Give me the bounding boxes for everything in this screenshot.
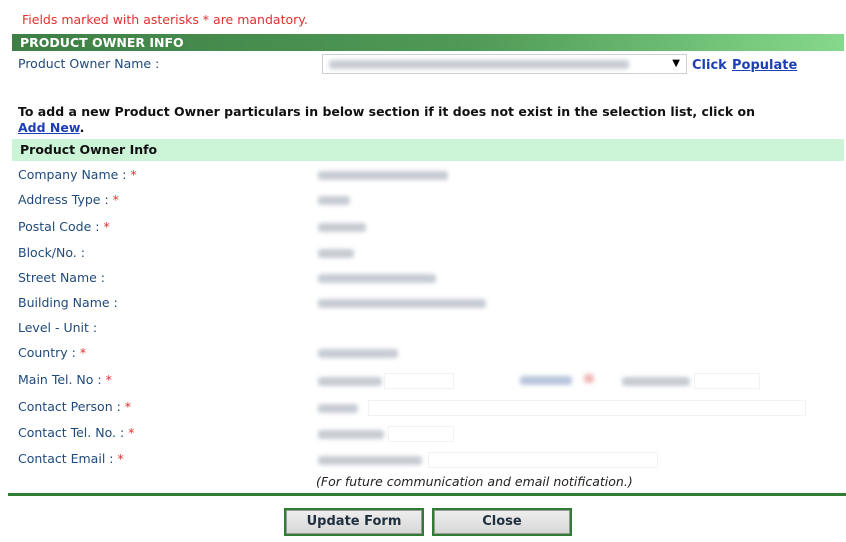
company-name-label: Company Name : * [18, 167, 137, 182]
product-owner-name-label: Product Owner Name : [18, 56, 160, 71]
country-value-redacted [318, 349, 398, 358]
contact-tel-value-redacted [318, 430, 384, 439]
building-name-value-redacted [318, 299, 486, 308]
product-owner-select[interactable]: ▼ [322, 54, 687, 74]
main-tel-input[interactable] [384, 373, 454, 389]
add-new-text: To add a new Product Owner particulars i… [18, 104, 756, 119]
contact-person-input[interactable] [368, 400, 806, 416]
block-no-value-redacted [318, 249, 354, 258]
section-header-product-owner-info: PRODUCT OWNER INFO [12, 34, 844, 51]
required-asterisk: * [117, 451, 124, 466]
required-asterisk: * [79, 345, 87, 360]
required-asterisk: * [130, 167, 137, 182]
close-button[interactable]: Close [432, 508, 572, 536]
required-asterisk: * [124, 399, 132, 414]
postal-code-value-redacted [318, 223, 366, 232]
required-asterisk: * [112, 192, 119, 207]
fax-input[interactable] [694, 373, 760, 389]
subsection-header-product-owner-info: Product Owner Info [12, 139, 844, 161]
contact-email-label: Contact Email : * [18, 451, 124, 466]
street-name-label: Street Name : [18, 270, 106, 285]
divider [8, 493, 846, 496]
add-new-period: . [79, 120, 85, 135]
email-note: (For future communication and email noti… [316, 474, 633, 489]
level-unit-label: Level - Unit : [18, 320, 98, 335]
building-name-label: Building Name : [18, 295, 118, 310]
country-label: Country : * [18, 345, 87, 360]
populate-link[interactable]: Populate [732, 58, 797, 73]
contact-person-label: Contact Person : * [18, 399, 132, 414]
add-new-link[interactable]: Add New [18, 120, 80, 135]
main-tel-label: Main Tel. No : * [18, 372, 112, 387]
selected-owner-redacted [329, 60, 629, 69]
fax-value-redacted [622, 377, 690, 386]
contact-person-value-redacted [318, 404, 358, 413]
mandatory-notice: Fields marked with asterisks * are manda… [22, 12, 308, 27]
required-asterisk: * [128, 425, 135, 440]
contact-tel-input[interactable] [388, 426, 454, 442]
required-asterisk: * [103, 219, 110, 234]
block-no-label: Block/No. : [18, 245, 85, 260]
postal-code-label: Postal Code : * [18, 219, 110, 234]
update-form-button[interactable]: Update Form [284, 508, 424, 536]
contact-email-value-redacted [318, 456, 422, 465]
fax-required-redacted [584, 374, 594, 383]
fax-label-redacted [520, 376, 572, 385]
click-label: Click [692, 58, 727, 73]
main-tel-value-redacted [318, 377, 382, 386]
chevron-down-icon[interactable]: ▼ [672, 58, 680, 69]
contact-tel-label: Contact Tel. No. : * [18, 425, 135, 440]
contact-email-input[interactable] [428, 452, 658, 468]
add-new-instructions: To add a new Product Owner particulars i… [18, 104, 828, 136]
company-name-value-redacted [318, 171, 448, 180]
address-type-label: Address Type : * [18, 192, 119, 207]
address-type-value-redacted [318, 196, 350, 205]
required-asterisk: * [105, 372, 112, 387]
street-name-value-redacted [318, 274, 436, 283]
